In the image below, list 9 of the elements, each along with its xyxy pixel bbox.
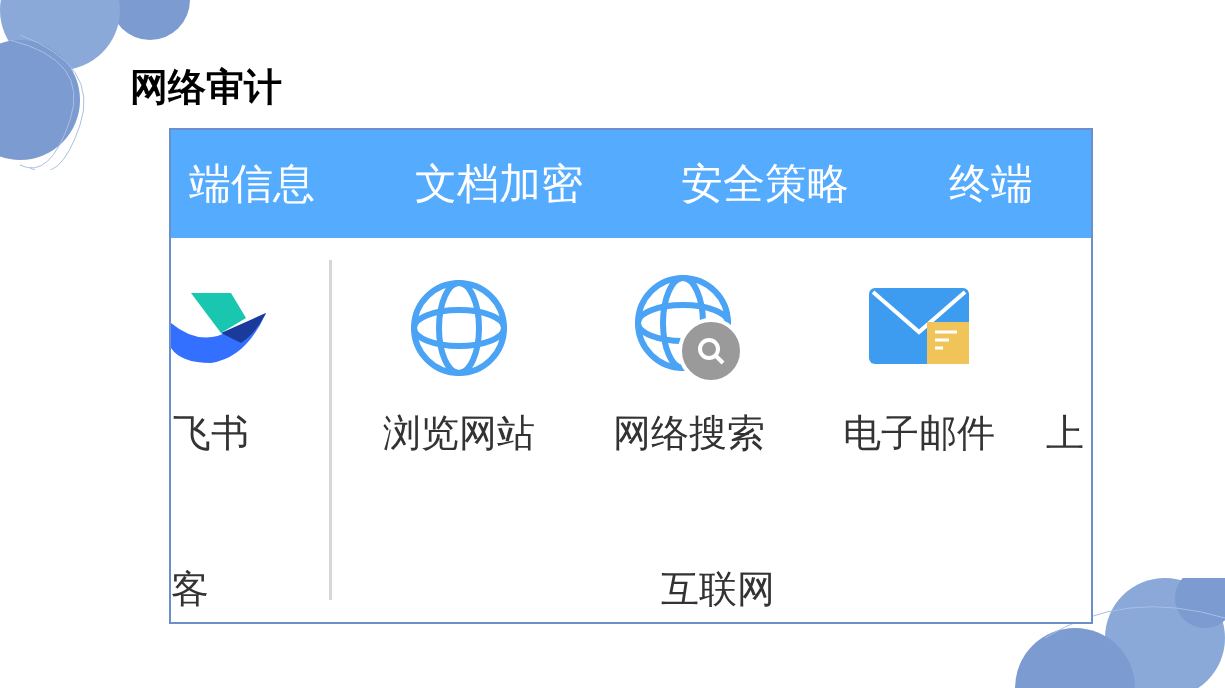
ribbon-item-label[interactable]: 浏览网站: [383, 414, 535, 452]
ribbon-item-label[interactable]: 电子邮件: [843, 414, 995, 452]
slide-title: 网络审计: [130, 68, 282, 106]
group-label: 客: [171, 570, 209, 608]
ribbon-item-label[interactable]: 上: [1046, 414, 1084, 452]
ribbon-item-label[interactable]: 飞书: [173, 414, 249, 452]
group-label: 互联网: [660, 570, 775, 608]
globe-icon: [409, 278, 509, 378]
ribbon-item-label[interactable]: 网络搜索: [613, 414, 765, 452]
